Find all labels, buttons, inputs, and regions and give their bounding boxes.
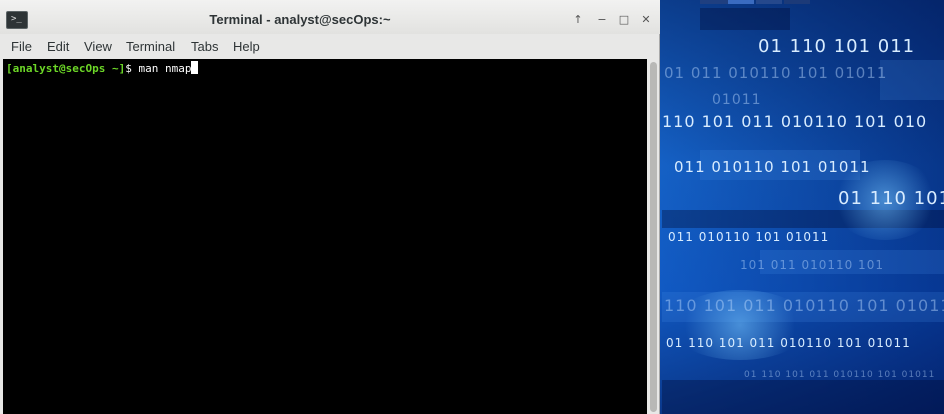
maximize-icon[interactable]: □ [616,11,632,27]
title-bar[interactable]: >_ Terminal - analyst@secOps:~ ↑ − □ ✕ [0,0,660,34]
wallpaper-tile [662,380,944,414]
menu-terminal[interactable]: Terminal [126,39,175,54]
terminal-output[interactable]: [analyst@secOps ~]$ man nmap [3,59,647,414]
keep-above-icon[interactable]: ↑ [570,11,586,27]
binary-text: 110 101 011 010110 101 01011 [664,296,944,315]
wallpaper-tile [756,0,782,4]
wallpaper-tile [784,0,810,4]
prompt-sign: $ [125,62,132,75]
menu-tabs[interactable]: Tabs [191,39,218,54]
window-title: Terminal - analyst@secOps:~ [209,12,391,27]
binary-text: 011 010110 101 01011 [668,230,830,244]
wallpaper-tile [880,60,944,100]
menu-bar: File Edit View Terminal Tabs Help [0,36,660,58]
binary-text: 101 011 010110 101 [740,258,884,272]
menu-file[interactable]: File [11,39,32,54]
text-cursor [191,61,199,74]
command-line: [analyst@secOps ~]$ man nmap [6,61,199,75]
shell-prompt: [analyst@secOps ~] [6,62,126,75]
terminal-window: >_ Terminal - analyst@secOps:~ ↑ − □ ✕ F… [0,0,660,414]
wallpaper-tile [700,0,728,4]
wallpaper-tile [728,0,754,4]
binary-text: 01 011 010110 101 01011 [664,64,888,82]
menu-help[interactable]: Help [233,39,260,54]
binary-text: 01 110 101 011 010110 101 01011 [744,370,936,380]
binary-text: 01011 [712,92,762,108]
binary-text: 110 101 011 010110 101 010 [662,112,928,131]
menu-view[interactable]: View [84,39,112,54]
binary-text: 011 010110 101 01011 [674,158,871,176]
binary-text: 01 110 101 011 [758,36,916,57]
binary-text: 01 110 101 011 010110 101 01011 [666,336,911,350]
scrollbar-thumb[interactable] [650,62,657,412]
scrollbar[interactable] [648,59,659,414]
command-input[interactable]: man nmap [138,62,191,75]
minimize-icon[interactable]: − [594,11,610,27]
menu-edit[interactable]: Edit [47,39,69,54]
wallpaper-tile [700,8,790,30]
binary-text: 01 110 101 011 [838,188,944,209]
close-icon[interactable]: ✕ [638,11,654,27]
